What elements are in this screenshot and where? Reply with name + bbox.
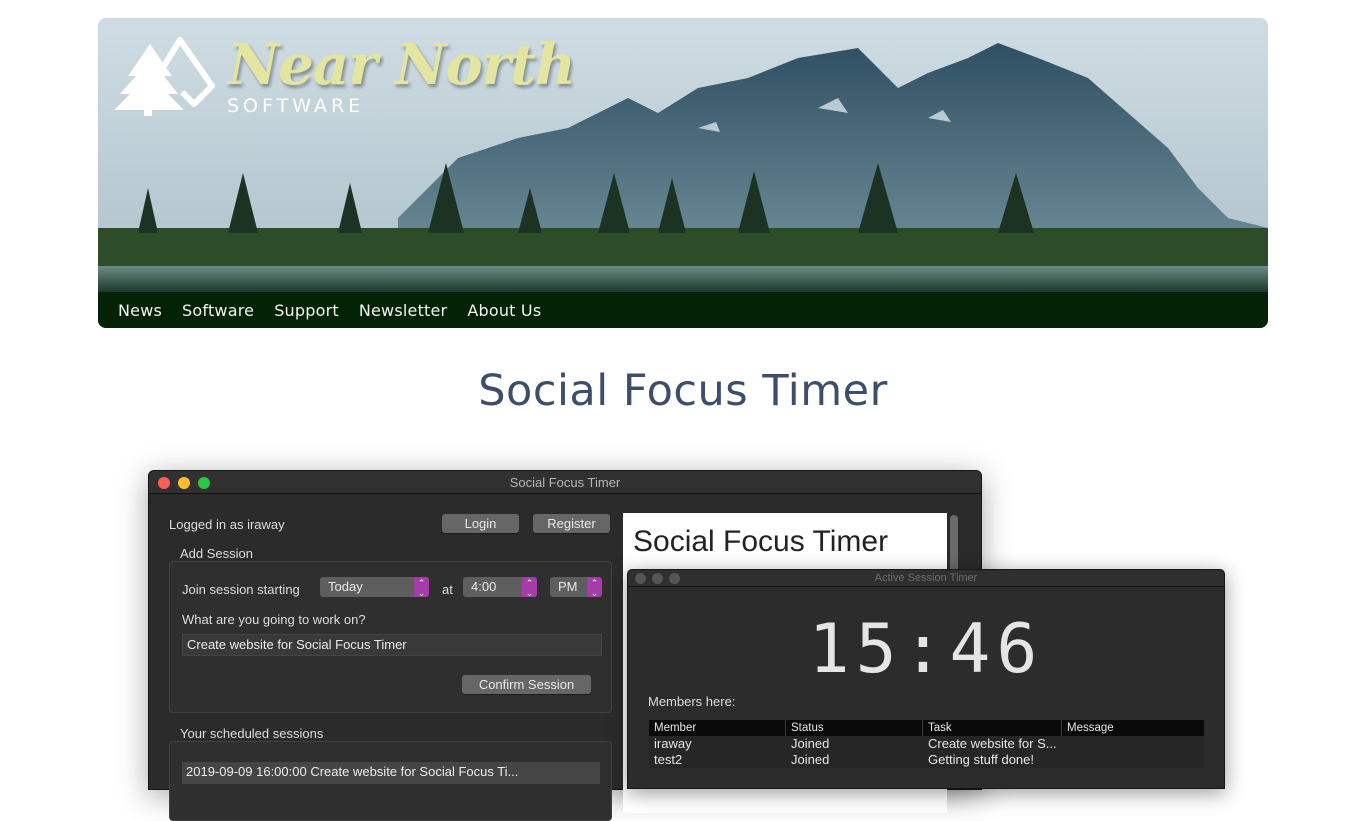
timer-window-titlebar: Active Session Timer bbox=[628, 570, 1224, 587]
site-header-banner: Near North SOFTWARE News Software Suppor… bbox=[98, 18, 1268, 328]
window-title: Social Focus Timer bbox=[509, 475, 621, 490]
countdown-timer: 15:46 bbox=[808, 610, 1044, 689]
ampm-select-value: PM bbox=[558, 579, 578, 594]
column-header-message: Message bbox=[1067, 722, 1114, 734]
column-header-status: Status bbox=[786, 720, 923, 736]
members-table-header: Member Status Task Message bbox=[649, 720, 1204, 736]
status-cell: Joined bbox=[791, 752, 830, 767]
brand-name: Near North bbox=[228, 32, 576, 98]
register-button: Register bbox=[533, 514, 610, 533]
column-header-task: Task bbox=[923, 720, 1062, 736]
chevron-updown-icon: ⌃ ⌄ bbox=[414, 577, 429, 598]
add-session-group: Join session starting Today ⌃ ⌄ at 4:00 ⌃… bbox=[169, 561, 612, 713]
web-view-heading: Social Focus Timer bbox=[633, 525, 889, 558]
chevron-updown-icon: ⌃ ⌄ bbox=[522, 577, 537, 598]
member-cell: iraway bbox=[654, 736, 692, 751]
table-row: iraway Joined Create website for S... bbox=[649, 736, 1204, 752]
main-nav: News Software Support Newsletter About U… bbox=[98, 292, 1268, 328]
add-session-heading: Add Session bbox=[180, 546, 253, 561]
nav-support[interactable]: Support bbox=[274, 301, 339, 320]
at-label: at bbox=[442, 582, 453, 597]
nav-software[interactable]: Software bbox=[182, 301, 254, 320]
members-table: Member Status Task Message iraway Joined… bbox=[649, 720, 1204, 768]
table-row: test2 Joined Getting stuff done! bbox=[649, 752, 1204, 768]
task-input: Create website for Social Focus Timer bbox=[182, 634, 602, 656]
scheduled-sessions-heading: Your scheduled sessions bbox=[180, 726, 324, 741]
chevron-updown-icon: ⌃ ⌄ bbox=[587, 577, 602, 598]
ampm-select: PM ⌃ ⌄ bbox=[550, 577, 602, 598]
scheduled-session-item: 2019-09-09 16:00:00 Create website for S… bbox=[182, 762, 600, 784]
active-session-window-screenshot: Active Session Timer 15:46 Members here:… bbox=[627, 569, 1225, 789]
task-cell: Getting stuff done! bbox=[928, 752, 1034, 767]
brand-subtitle: SOFTWARE bbox=[227, 95, 365, 117]
members-label: Members here: bbox=[648, 694, 736, 709]
message-cell bbox=[1062, 736, 1204, 752]
window-titlebar: Social Focus Timer bbox=[149, 471, 981, 494]
column-header-member: Member bbox=[649, 720, 786, 736]
time-select-value: 4:00 bbox=[471, 579, 497, 594]
login-button: Login bbox=[442, 514, 519, 533]
day-select: Today ⌃ ⌄ bbox=[320, 577, 429, 598]
logged-in-status: Logged in as iraway bbox=[169, 517, 285, 532]
nav-about-us[interactable]: About Us bbox=[467, 301, 541, 320]
nav-newsletter[interactable]: Newsletter bbox=[359, 301, 448, 320]
confirm-session-button: Confirm Session bbox=[462, 675, 591, 694]
nav-news[interactable]: News bbox=[118, 301, 162, 320]
message-cell bbox=[1062, 752, 1204, 768]
join-session-label: Join session starting bbox=[182, 582, 300, 597]
member-cell: test2 bbox=[654, 752, 683, 767]
page-title: Social Focus Timer bbox=[478, 366, 888, 416]
near-north-logo-icon bbox=[114, 37, 215, 116]
task-cell: Create website for S... bbox=[928, 736, 1057, 751]
day-select-value: Today bbox=[328, 579, 363, 594]
scheduled-sessions-group: 2019-09-09 16:00:00 Create website for S… bbox=[169, 741, 612, 821]
timer-window-title: Active Session Timer bbox=[874, 572, 978, 584]
work-question-label: What are you going to work on? bbox=[182, 612, 366, 627]
status-cell: Joined bbox=[791, 736, 830, 751]
time-select: 4:00 ⌃ ⌄ bbox=[463, 577, 537, 598]
web-view-scrollbar bbox=[950, 515, 958, 575]
